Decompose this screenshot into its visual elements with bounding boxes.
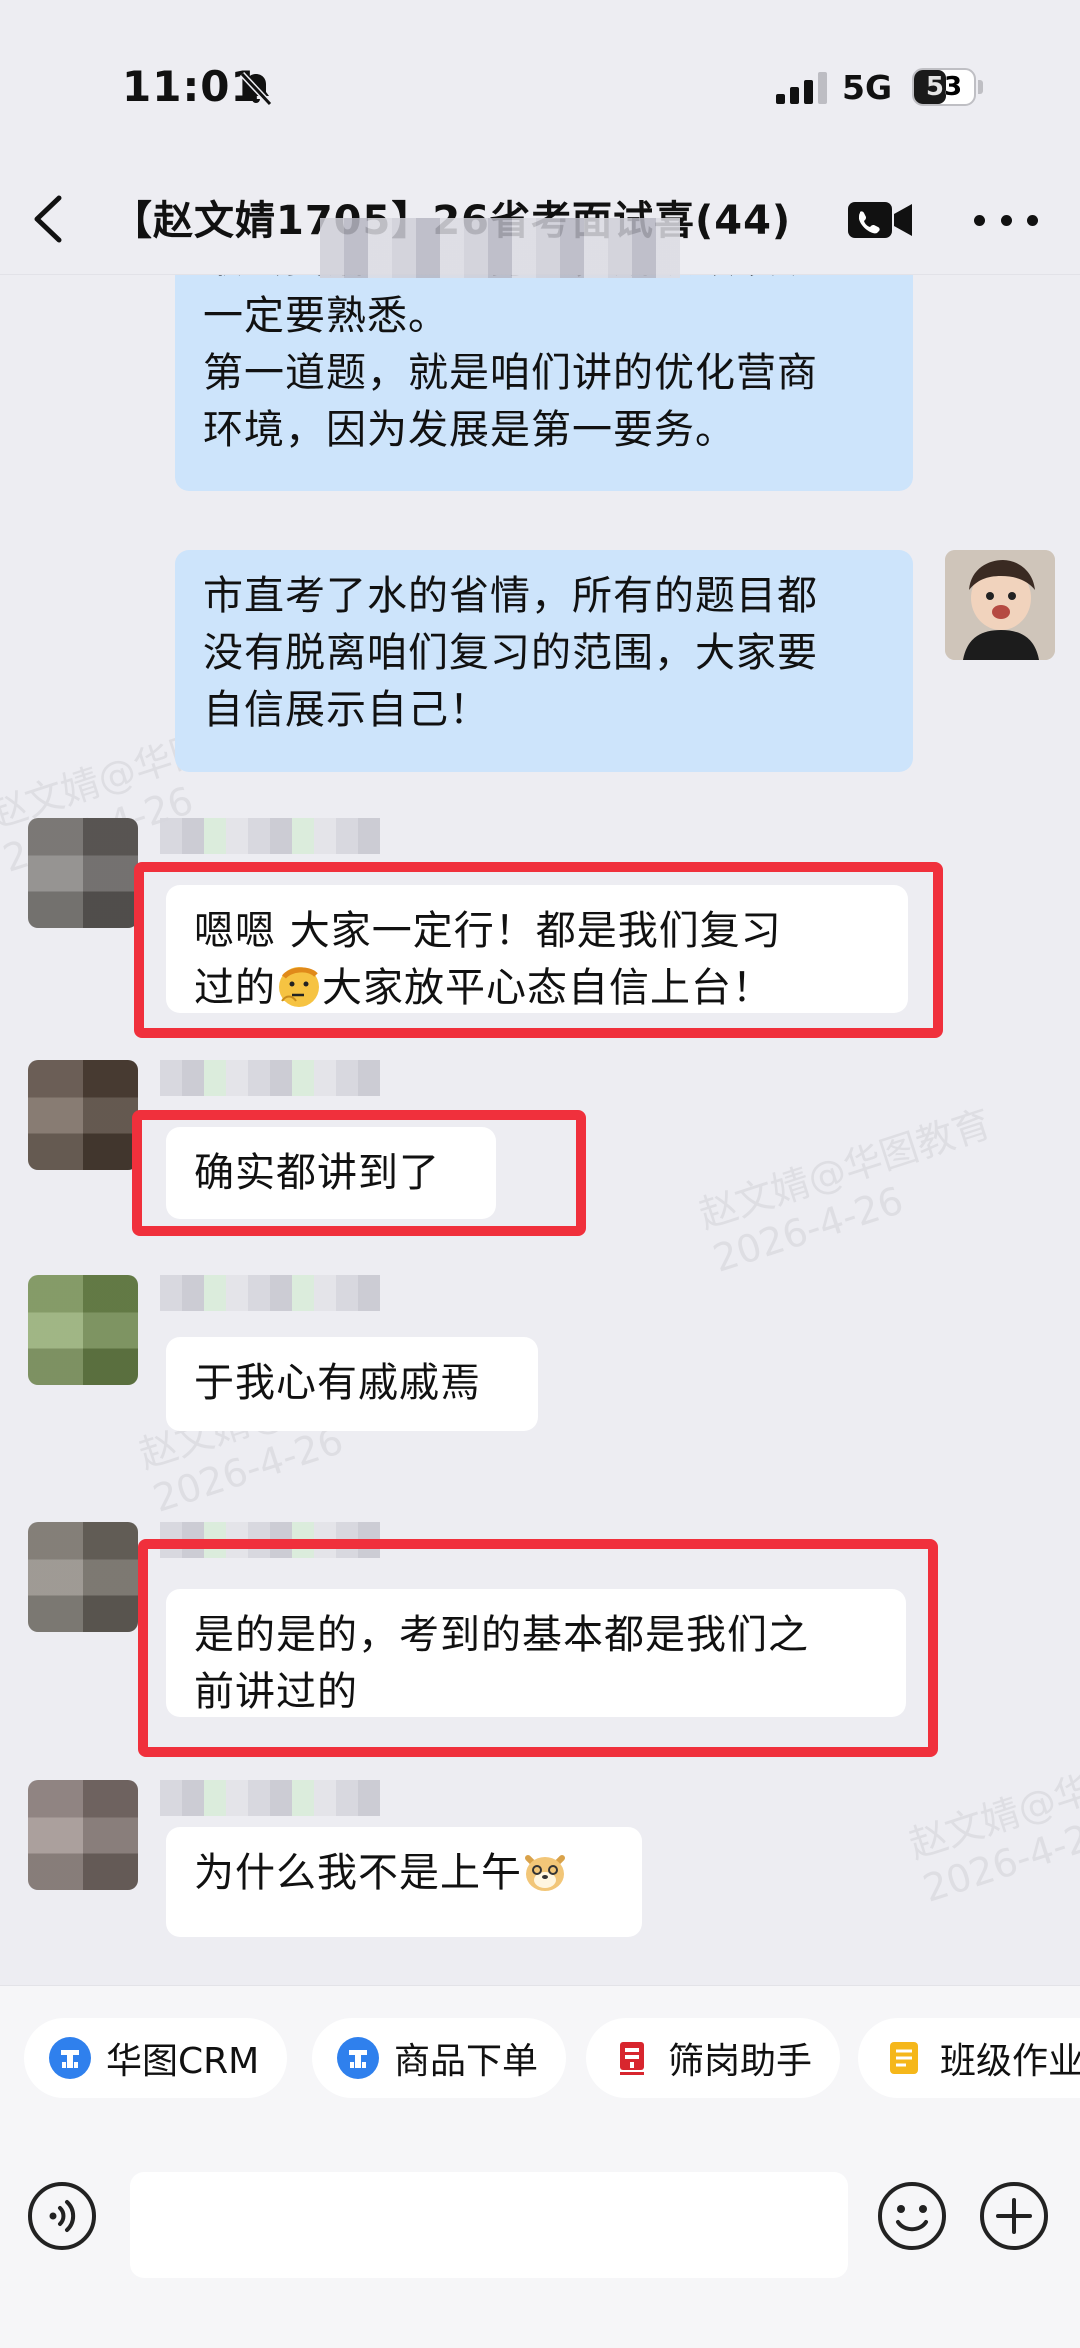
plus-icon[interactable] xyxy=(978,2180,1050,2252)
more-dot-icon xyxy=(974,214,985,226)
avatar[interactable] xyxy=(945,550,1055,660)
more-dot-icon xyxy=(1027,214,1038,226)
doge-emoji-icon xyxy=(525,1855,565,1891)
avatar[interactable] xyxy=(28,1060,138,1170)
notes-icon xyxy=(890,2042,918,2074)
battery-tip xyxy=(978,80,983,94)
back-button[interactable] xyxy=(18,184,78,254)
watermark: 赵文婧@华图教育2026-4-26 xyxy=(903,1731,1080,1911)
message-input[interactable] xyxy=(130,2172,848,2278)
message-bubble-outgoing[interactable]: 市直考了水的省情，所有的题目都 没有脱离咱们复习的范围，大家要 自信展示自己！ xyxy=(175,550,913,772)
shortcut-huatu-crm[interactable]: 华图CRM xyxy=(24,2018,288,2098)
message-list[interactable]: 赵文婧@华图教育2026-4-26 赵文婧@华图教育2026-4-26 赵文婧@… xyxy=(0,275,1080,1985)
bell-muted-icon xyxy=(239,71,273,107)
network-type: 5G xyxy=(842,68,893,107)
more-options-button[interactable] xyxy=(974,192,1038,248)
status-bar: 11:01 5G 53 xyxy=(0,0,1080,170)
sender-name-redacted xyxy=(160,1275,380,1311)
sender-name-redacted xyxy=(160,1780,380,1816)
watermark: 赵文婧@华图教育2026-4-26 xyxy=(693,1101,997,1281)
message-bubble-outgoing[interactable]: 最终要落到人的身上，所以政绩观 一定要熟悉。 第一道题，就是咱们讲的优化营商 环… xyxy=(175,275,913,491)
sender-name-redacted xyxy=(160,1060,380,1096)
shortcut-place-order[interactable]: 商品下单 xyxy=(312,2018,567,2098)
baby-avatar-icon xyxy=(945,550,1055,660)
battery-percent: 53 xyxy=(925,72,963,102)
more-dot-icon xyxy=(1000,214,1012,226)
avatar[interactable] xyxy=(28,1780,138,1890)
huatu-logo-icon xyxy=(337,2037,379,2079)
sender-name-redacted xyxy=(160,818,380,854)
chevron-left-icon xyxy=(34,195,62,243)
shortcut-job-filter[interactable]: 筛岗助手 xyxy=(586,2018,841,2098)
highlight-box xyxy=(134,862,943,1038)
shortcut-bar: 华图CRM 商品下单 筛岗助手 班级作业 xyxy=(0,1985,1080,2140)
emoji-picker-icon[interactable] xyxy=(876,2180,948,2252)
shortcut-class-homework[interactable]: 班级作业 xyxy=(858,2018,1080,2098)
message-bubble-incoming[interactable]: 为什么我不是上午 xyxy=(166,1827,642,1937)
battery-icon: 53 xyxy=(912,68,976,106)
avatar[interactable] xyxy=(28,1522,138,1632)
avatar[interactable] xyxy=(28,818,138,928)
video-call-icon[interactable] xyxy=(846,192,916,248)
avatar[interactable] xyxy=(28,1275,138,1385)
red-app-icon xyxy=(620,2042,644,2075)
voice-input-icon[interactable] xyxy=(26,2180,98,2252)
redacted-area xyxy=(320,218,680,278)
highlight-box xyxy=(132,1110,586,1236)
huatu-logo-icon xyxy=(49,2037,91,2079)
cellular-signal-icon xyxy=(776,72,827,104)
chat-header: 【赵文婧1705】26省考面试喜(44) xyxy=(0,170,1080,278)
highlight-box xyxy=(138,1539,938,1757)
composer xyxy=(0,2140,1080,2348)
message-bubble-incoming[interactable]: 于我心有戚戚焉 xyxy=(166,1337,538,1431)
